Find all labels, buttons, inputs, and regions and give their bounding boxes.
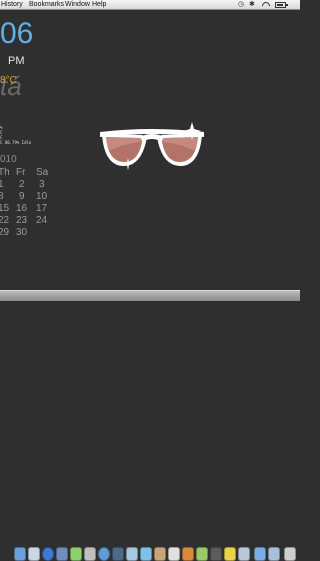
calendar-day: 9 (19, 191, 25, 202)
calendar-day: 23 (16, 215, 28, 226)
facetime-icon[interactable] (70, 547, 82, 561)
imovie-icon[interactable] (140, 547, 152, 561)
clock-ampm: PM (8, 55, 25, 67)
wifi-icon[interactable] (262, 2, 270, 8)
calendar-row: 22 23 24 (0, 215, 60, 227)
sunglasses-icon (100, 122, 204, 170)
preview-icon[interactable] (126, 547, 138, 561)
itunes-icon[interactable] (98, 547, 110, 561)
menu-window[interactable]: Window (65, 1, 90, 9)
calendar-day: 17 (36, 203, 48, 214)
menu-history[interactable]: History (1, 1, 23, 9)
calendar-row: 15 16 17 (0, 203, 60, 215)
stickies-icon[interactable] (224, 547, 236, 561)
menu-bar: History Bookmarks Window Help ◷ ✱ (0, 0, 300, 10)
ichat-icon[interactable] (56, 547, 68, 561)
bluetooth-icon[interactable]: ✱ (249, 1, 255, 9)
calendar-day: 24 (36, 215, 48, 226)
calendar-header: Sa (36, 167, 49, 178)
app-icon[interactable] (196, 547, 208, 561)
timemachine-icon[interactable]: ◷ (238, 1, 244, 9)
finder-icon[interactable] (14, 547, 26, 561)
calendar-day: 15 (0, 203, 10, 214)
system-preferences-icon[interactable] (238, 547, 250, 561)
calendar-day: 3 (39, 179, 45, 190)
documents-folder-icon[interactable] (268, 547, 280, 561)
trash-icon[interactable] (284, 547, 296, 561)
calendar-day: 8 (0, 191, 4, 202)
textedit-icon[interactable] (168, 547, 180, 561)
calendar-header-row: Th Fr Sa (0, 167, 60, 179)
battery-icon[interactable] (275, 2, 288, 8)
dock (0, 270, 300, 561)
garageband-icon[interactable] (154, 547, 166, 561)
menu-help[interactable]: Help (92, 1, 106, 9)
calendar-day: 16 (16, 203, 28, 214)
calendar-row: 8 9 10 (0, 191, 60, 203)
menu-bookmarks[interactable]: Bookmarks (29, 1, 64, 9)
calendar-header: Th (0, 167, 10, 178)
safari-icon[interactable] (42, 547, 54, 561)
terminal-icon[interactable] (210, 547, 222, 561)
calendar-day: 10 (36, 191, 48, 202)
address-book-icon[interactable] (84, 547, 96, 561)
vlc-icon[interactable] (182, 547, 194, 561)
calendar-row: 29 30 (0, 227, 60, 239)
calendar-day: 30 (16, 227, 28, 238)
iphoto-icon[interactable] (112, 547, 124, 561)
calendar-year: 010 (0, 154, 17, 165)
stats-line: C 80.79% Idle (0, 140, 32, 145)
clock-time: 06 (0, 17, 34, 50)
weather-temperature: 8°C (0, 75, 17, 86)
calendar-day: 1 (0, 179, 4, 190)
mail-icon[interactable] (28, 547, 40, 561)
calendar-day: 29 (0, 227, 10, 238)
calendar-row: 1 2 3 (0, 179, 60, 191)
calendar-day: 22 (0, 215, 10, 226)
calendar-day: 2 (19, 179, 25, 190)
calendar-header: Fr (16, 167, 26, 178)
applications-folder-icon[interactable] (254, 547, 266, 561)
